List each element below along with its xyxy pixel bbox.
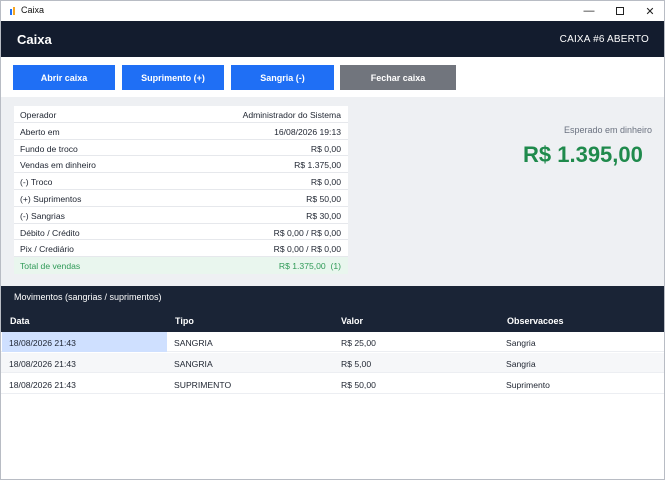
summary-label: Pix / Crediário — [20, 244, 74, 255]
summary-label: Operador — [20, 110, 57, 120]
open-cash-button[interactable]: Abrir caixa — [13, 65, 115, 90]
minimize-icon: — — [583, 5, 595, 17]
total-label: Total de vendas — [20, 261, 81, 272]
cell-tipo[interactable]: SUPRIMENTO — [174, 380, 231, 390]
status-badge: CAIXA #6 ABERTO — [559, 34, 649, 45]
minimize-button[interactable]: — — [574, 1, 604, 21]
summary-value: R$ 0,00 — [310, 143, 341, 154]
close-button[interactable]: ✕ — [635, 1, 665, 21]
cell-valor[interactable]: R$ 5,00 — [341, 359, 371, 369]
summary-value: R$ 0,00 / R$ 0,00 — [273, 227, 341, 238]
summary-label: Vendas em dinheiro — [20, 160, 96, 171]
summary-label: Débito / Crédito — [20, 227, 80, 238]
summary-value: R$ 0,00 / R$ 0,00 — [273, 244, 341, 255]
summary-row: (-) Sangrias R$ 30,00 — [14, 207, 348, 224]
cell-data[interactable]: 18/08/2026 21:43 — [9, 338, 76, 348]
cell-observacoes[interactable]: Suprimento — [506, 380, 550, 390]
summary-total-row: Total de vendas R$ 1.375,00 (1) — [14, 257, 348, 274]
toolbar: Abrir caixa Suprimento (+) Sangria (-) F… — [1, 57, 664, 97]
summary-value: 16/08/2026 19:13 — [274, 126, 341, 137]
cell-data[interactable]: 18/08/2026 21:43 — [9, 359, 76, 369]
summary-value: R$ 50,00 — [306, 194, 341, 204]
column-header-valor[interactable]: Valor — [341, 316, 363, 326]
summary-row: Vendas em dinheiro R$ 1.375,00 — [14, 156, 348, 174]
withdrawal-button[interactable]: Sangria (-) — [231, 65, 334, 90]
cell-observacoes[interactable]: Sangria — [506, 338, 536, 348]
summary-label: (-) Sangrias — [20, 210, 65, 221]
summary-label: (+) Suprimentos — [20, 194, 82, 204]
summary-label: Fundo de troco — [20, 143, 78, 154]
maximize-icon — [616, 7, 624, 15]
summary-label: Aberto em — [20, 126, 60, 137]
cell-tipo[interactable]: SANGRIA — [174, 338, 213, 348]
movements-header: Movimentos (sangrias / suprimentos) — [1, 286, 664, 310]
app-icon — [10, 7, 15, 15]
close-icon: ✕ — [645, 5, 655, 18]
window-title: Caixa — [21, 5, 45, 15]
summary-value: R$ 0,00 — [310, 177, 341, 188]
total-value: R$ 1.375,00 (1) — [278, 261, 341, 272]
cell-data[interactable]: 18/08/2026 21:43 — [9, 380, 76, 390]
summary-row: Operador Administrador do Sistema — [14, 106, 348, 123]
app-window: Caixa — ✕ Caixa CAIXA #6 ABERTO Abrir ca… — [0, 0, 665, 480]
summary-label: (-) Troco — [20, 177, 53, 188]
table-row[interactable]: 18/08/2026 21:43 SANGRIA R$ 25,00 Sangri… — [1, 332, 664, 352]
column-header-tipo[interactable]: Tipo — [175, 316, 194, 326]
summary-row: Débito / Crédito R$ 0,00 / R$ 0,00 — [14, 224, 348, 241]
movements-title: Movimentos (sangrias / suprimentos) — [14, 292, 162, 302]
page-title: Caixa — [17, 32, 52, 47]
summary-row: Fundo de troco R$ 0,00 — [14, 140, 348, 157]
window-titlebar[interactable]: Caixa — ✕ — [1, 1, 664, 21]
summary-area: Operador Administrador do Sistema Aberto… — [1, 97, 664, 286]
summary-value: R$ 30,00 — [306, 210, 341, 221]
cell-observacoes[interactable]: Sangria — [506, 359, 536, 369]
summary-row: (+) Suprimentos R$ 50,00 — [14, 190, 348, 207]
cell-valor[interactable]: R$ 25,00 — [341, 338, 376, 348]
summary-value: R$ 1.375,00 — [294, 160, 341, 171]
summary-row: Pix / Crediário R$ 0,00 / R$ 0,00 — [14, 240, 348, 258]
app-header: Caixa CAIXA #6 ABERTO — [1, 21, 664, 57]
supply-button[interactable]: Suprimento (+) — [122, 65, 224, 90]
column-header-observacoes[interactable]: Observacoes — [507, 316, 564, 326]
maximize-button[interactable] — [605, 1, 635, 21]
cell-tipo[interactable]: SANGRIA — [174, 359, 213, 369]
summary-panel: Operador Administrador do Sistema Aberto… — [14, 106, 348, 274]
summary-value: Administrador do Sistema — [242, 110, 341, 120]
cell-valor[interactable]: R$ 50,00 — [341, 380, 376, 390]
table-row[interactable]: 18/08/2026 21:43 SANGRIA R$ 5,00 Sangria — [1, 353, 664, 373]
close-cash-button[interactable]: Fechar caixa — [340, 65, 456, 90]
expected-label: Esperado em dinheiro — [564, 125, 653, 135]
table-row[interactable]: 18/08/2026 21:43 SUPRIMENTO R$ 50,00 Sup… — [1, 374, 664, 394]
column-header-data[interactable]: Data — [10, 316, 30, 326]
movements-table-header: Data Tipo Valor Observacoes — [1, 310, 664, 332]
summary-row: Aberto em 16/08/2026 19:13 — [14, 123, 348, 140]
summary-row: (-) Troco R$ 0,00 — [14, 173, 348, 190]
expected-value: R$ 1.395,00 — [523, 142, 643, 167]
